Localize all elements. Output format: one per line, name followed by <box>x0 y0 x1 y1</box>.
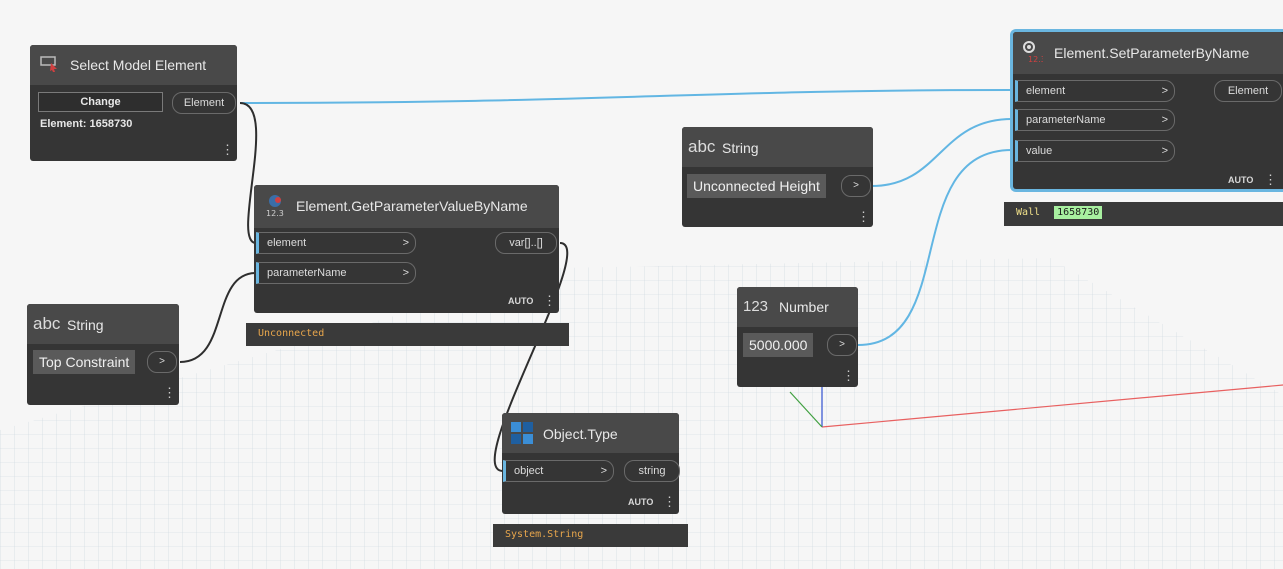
object-type-node[interactable]: Object.Type object > string AUTO ⋮ <box>502 413 680 514</box>
string-node-top-constraint[interactable]: abc String Top Constraint > ⋮ <box>27 304 179 405</box>
string-node-unconnected-height[interactable]: abc String Unconnected Height > ⋮ <box>682 127 873 227</box>
element-id-label: Element: 1658730 <box>40 118 133 130</box>
output-port[interactable]: > <box>841 175 871 197</box>
string-type-icon: abc <box>33 314 61 333</box>
number-value-input[interactable]: 5000.000 <box>743 333 814 357</box>
select-element-icon <box>40 56 57 72</box>
node-menu-icon[interactable]: ⋮ <box>1264 173 1277 186</box>
wire-top-to-getparam <box>179 272 257 363</box>
select-model-element-node[interactable]: Select Model Element Change Element Elem… <box>30 45 237 161</box>
port-label: parameterName <box>1026 114 1106 126</box>
string-value-input[interactable]: Top Constraint <box>33 350 136 374</box>
svg-text:12.3: 12.3 <box>266 209 284 218</box>
port-label: element <box>1026 85 1066 97</box>
output-port-string[interactable]: string <box>624 460 680 482</box>
get-parameter-node[interactable]: 12.3 Element.GetParameterValueByName ele… <box>254 185 559 313</box>
port-label: object <box>514 465 544 477</box>
wires <box>239 89 1013 104</box>
lacing-label[interactable]: AUTO <box>508 296 533 306</box>
object-type-preview[interactable]: System.String <box>493 524 688 547</box>
output-port-var[interactable]: var[]..[] <box>495 232 557 254</box>
port-arrow: > <box>600 465 607 477</box>
output-port[interactable]: > <box>147 351 177 373</box>
input-port-element[interactable]: element > <box>1015 80 1175 102</box>
node-title: Select Model Element <box>70 57 207 73</box>
node-menu-icon[interactable]: ⋮ <box>663 495 676 508</box>
node-menu-icon[interactable]: ⋮ <box>543 294 556 307</box>
input-port-parametername[interactable]: parameterName > <box>256 262 416 284</box>
preview-label: Wall <box>1016 207 1041 218</box>
object-type-icon <box>511 422 533 444</box>
input-port-element[interactable]: element > <box>256 232 416 254</box>
output-port[interactable]: > <box>827 334 857 356</box>
port-label: parameterName <box>267 267 347 279</box>
preview-value: 1658730 <box>1054 206 1103 219</box>
node-menu-icon[interactable]: ⋮ <box>842 369 855 382</box>
input-port-value[interactable]: value > <box>1015 140 1175 162</box>
node-title: Number <box>779 299 829 315</box>
lacing-label[interactable]: AUTO <box>628 497 653 507</box>
input-port-object[interactable]: object > <box>503 460 614 482</box>
node-title: Element.SetParameterByName <box>1054 45 1250 61</box>
port-arrow: > <box>1161 145 1168 157</box>
port-arrow: > <box>402 237 409 249</box>
get-parameter-icon: 12.3 <box>266 195 284 218</box>
node-menu-icon[interactable]: ⋮ <box>857 210 870 223</box>
port-arrow: > <box>1161 85 1168 97</box>
node-menu-icon[interactable]: ⋮ <box>221 143 234 156</box>
string-type-icon: abc <box>688 137 716 156</box>
wire-select-to-setparam <box>239 89 1013 104</box>
input-port-parametername[interactable]: parameterName > <box>1015 109 1175 131</box>
set-parameter-preview[interactable]: Wall 1658730 <box>1004 202 1283 226</box>
output-port-element[interactable]: Element <box>1214 80 1282 102</box>
port-label: value <box>1026 145 1053 157</box>
string-value-input[interactable]: Unconnected Height <box>687 174 826 198</box>
port-arrow: > <box>1161 114 1168 126</box>
node-title: String <box>67 317 104 333</box>
number-node[interactable]: 123 Number 5000.000 > ⋮ <box>737 287 858 387</box>
node-title: String <box>722 140 759 156</box>
get-parameter-preview[interactable]: Unconnected <box>246 323 569 346</box>
set-parameter-icon: 12.3 <box>1023 41 1043 64</box>
lacing-label[interactable]: AUTO <box>1228 175 1253 185</box>
node-menu-icon[interactable]: ⋮ <box>163 386 176 399</box>
change-button[interactable]: Change <box>38 92 163 112</box>
port-label: element <box>267 237 307 249</box>
output-port-element[interactable]: Element <box>172 92 236 114</box>
svg-text:12.3: 12.3 <box>1028 55 1043 64</box>
node-title: Element.GetParameterValueByName <box>296 198 528 214</box>
node-title: Object.Type <box>543 426 618 442</box>
set-parameter-node[interactable]: 12.3 Element.SetParameterByName element >… <box>1010 29 1283 192</box>
number-type-icon: 123 <box>743 298 769 315</box>
port-arrow: > <box>402 267 409 279</box>
